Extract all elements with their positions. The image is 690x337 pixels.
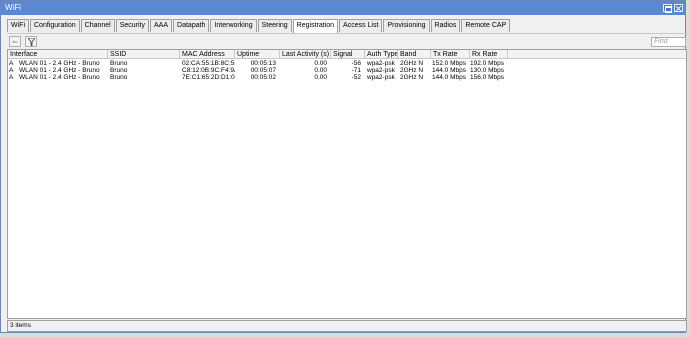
column-header-rx-rate[interactable]: Rx Rate	[470, 50, 508, 59]
window-titlebar[interactable]: WiFi	[1, 1, 685, 15]
cell-auth: wpa2-psk	[367, 60, 395, 67]
cell-auth: wpa2-psk	[367, 74, 395, 81]
cell-interface: WLAN 01 - 2.4 GHz - Bruno	[19, 60, 100, 67]
tab-radios[interactable]: Radios	[430, 19, 461, 32]
cell-mac: 7E:C1:65:2D:D1:0B	[182, 74, 235, 81]
column-header-tx-rate[interactable]: Tx Rate	[431, 50, 470, 59]
table-header: Interface SSID MAC Address Uptime Last Activ…	[8, 50, 686, 59]
wifi-window: WiFi WiFi Configuration Channel Security AAA…	[0, 0, 687, 333]
cell-ssid: Bruno	[110, 60, 128, 67]
cell-signal: -56	[351, 60, 361, 67]
column-header-mac-address[interactable]: MAC Address	[180, 50, 235, 59]
cell-rx: 130.0 Mbps	[470, 67, 504, 74]
cell-ssid: Bruno	[110, 67, 128, 74]
item-count: 3 items	[10, 322, 31, 329]
cell-signal: -71	[351, 67, 361, 74]
cell-last-activity: 0.00	[314, 60, 327, 67]
close-icon[interactable]	[674, 4, 683, 12]
cell-auth: wpa2-psk	[367, 67, 395, 74]
reset-icon[interactable]: ⇐	[9, 36, 21, 47]
tab-aaa[interactable]: AAA	[150, 19, 173, 32]
filter-icon[interactable]	[25, 36, 37, 47]
tab-bar: WiFi Configuration Channel Security AAA Datap…	[7, 19, 511, 33]
column-header-interface[interactable]: Interface	[8, 50, 108, 59]
status-bar: 3 items	[7, 320, 687, 332]
tab-remote-cap[interactable]: Remote CAP	[461, 19, 511, 32]
cell-uptime: 00:05:13	[250, 60, 276, 67]
cell-signal: -52	[351, 74, 361, 81]
cell-last-activity: 0.00	[314, 67, 327, 74]
cell-uptime: 00:05:07	[250, 67, 276, 74]
column-header-ssid[interactable]: SSID	[108, 50, 180, 59]
cell-interface: WLAN 01 - 2.4 GHz - Bruno	[19, 74, 100, 81]
cell-tx: 152.0 Mbps	[432, 60, 466, 67]
tab-datapath[interactable]: Datapath	[173, 19, 210, 32]
cell-tx: 144.0 Mbps	[432, 67, 466, 74]
tab-wifi[interactable]: WiFi	[7, 19, 29, 32]
cell-ssid: Bruno	[110, 74, 128, 81]
tab-configuration[interactable]: Configuration	[30, 19, 80, 32]
tab-channel[interactable]: Channel	[80, 19, 115, 32]
column-header-signal[interactable]: Signal	[331, 50, 365, 59]
cell-uptime: 00:05:02	[250, 74, 276, 81]
toolbar: ⇐ Find	[7, 33, 687, 49]
row-flag: A	[9, 74, 14, 81]
tab-registration[interactable]: Registration	[292, 19, 339, 33]
row-flag: A	[9, 60, 14, 67]
registration-table: Interface SSID MAC Address Uptime Last Activ…	[7, 49, 687, 319]
column-header-auth-type[interactable]: Auth Type	[365, 50, 398, 59]
row-flag: A	[9, 67, 14, 74]
column-header-band[interactable]: Band	[398, 50, 431, 59]
table-row[interactable]: A WLAN 01 - 2.4 GHz - Bruno Bruno C8:12:0B:…	[8, 67, 686, 74]
cell-band: 2GHz N	[400, 74, 424, 81]
cell-rx: 192.0 Mbps	[470, 60, 504, 67]
maximize-icon[interactable]	[663, 4, 672, 13]
tab-steering[interactable]: Steering	[257, 19, 292, 32]
tab-access-list[interactable]: Access List	[339, 19, 383, 32]
cell-rx: 156.0 Mbps	[470, 74, 504, 81]
cell-mac: C8:12:0B:9C:F4:9A	[182, 67, 235, 74]
window-title: WiFi	[5, 3, 21, 12]
cell-tx: 144.0 Mbps	[432, 74, 466, 81]
cell-last-activity: 0.00	[314, 74, 327, 81]
cell-band: 2GHz N	[400, 67, 424, 74]
find-input[interactable]: Find	[651, 37, 686, 47]
column-header-uptime[interactable]: Uptime	[235, 50, 280, 59]
cell-mac: 02:CA:55:1B:8C:5D	[182, 60, 235, 67]
cell-interface: WLAN 01 - 2.4 GHz - Bruno	[19, 67, 100, 74]
tab-provisioning[interactable]: Provisioning	[383, 19, 430, 32]
cell-band: 2GHz N	[400, 60, 424, 67]
table-row[interactable]: A WLAN 01 - 2.4 GHz - Bruno Bruno 02:CA:55:…	[8, 60, 686, 67]
column-header-last-activity-s[interactable]: Last Activity (s)	[280, 50, 331, 59]
tab-security[interactable]: Security	[115, 19, 150, 32]
table-row[interactable]: A WLAN 01 - 2.4 GHz - Bruno Bruno 7E:C1:65:…	[8, 74, 686, 81]
tab-interworking[interactable]: Interworking	[210, 19, 257, 32]
